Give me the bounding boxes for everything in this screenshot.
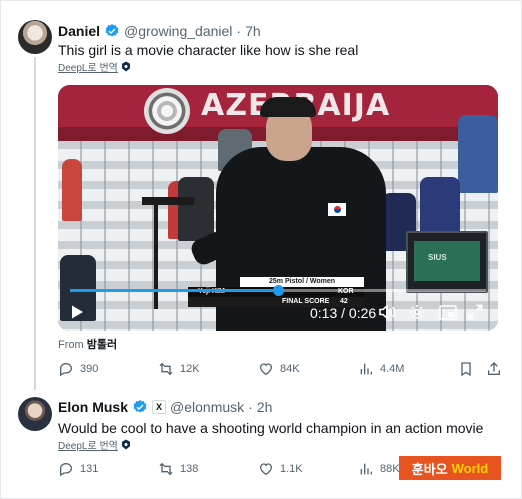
watermark-part2: World bbox=[451, 460, 489, 476]
from-source-link[interactable]: 밤톨러 bbox=[87, 339, 117, 351]
spectator bbox=[178, 177, 214, 241]
heart-icon bbox=[259, 363, 273, 376]
athlete-cap bbox=[260, 97, 316, 117]
avatar-elon-musk[interactable] bbox=[18, 397, 52, 431]
gear-icon bbox=[410, 305, 424, 319]
tweet-header: Daniel @growing_daniel · 7h bbox=[58, 23, 261, 39]
like-button[interactable]: 84K bbox=[258, 361, 300, 377]
thread-connector-line bbox=[34, 57, 36, 390]
tweet-time[interactable]: 7h bbox=[245, 23, 261, 39]
share-button[interactable] bbox=[486, 361, 502, 377]
reply-count: 390 bbox=[80, 363, 99, 375]
like-button[interactable]: 1.1K bbox=[258, 461, 303, 477]
author-handle[interactable]: @growing_daniel bbox=[124, 23, 232, 39]
monitor-logo: SIUS bbox=[428, 253, 447, 262]
verified-badge-icon bbox=[105, 24, 119, 37]
volume-button[interactable] bbox=[378, 303, 398, 321]
tweet-time[interactable]: 2h bbox=[257, 399, 273, 415]
views-count: 4.4M bbox=[380, 363, 405, 375]
views-button[interactable]: 4.4M bbox=[358, 361, 404, 377]
video-time-separator: / bbox=[337, 305, 349, 321]
watermark-logo: 훈바오 World bbox=[399, 456, 501, 480]
picture-in-picture-icon bbox=[439, 304, 457, 320]
monitor-screen bbox=[414, 241, 480, 281]
author-handle[interactable]: @elonmusk bbox=[170, 399, 244, 415]
spectator bbox=[458, 115, 498, 193]
separator-dot: · bbox=[248, 399, 253, 415]
like-count: 84K bbox=[280, 363, 300, 375]
tweet-header: Elon Musk X @elonmusk · 2h bbox=[58, 399, 272, 415]
share-icon bbox=[488, 362, 500, 375]
reply-button[interactable]: 131 bbox=[58, 461, 98, 477]
separator-dot: · bbox=[236, 23, 242, 39]
translate-link[interactable]: DeepL로 번역 bbox=[58, 59, 131, 74]
views-count: 88K bbox=[380, 463, 400, 475]
score-monitor: SIUS bbox=[406, 231, 488, 293]
pip-button[interactable] bbox=[438, 303, 458, 321]
repost-count: 12K bbox=[180, 363, 200, 375]
from-label: From bbox=[58, 339, 84, 351]
repost-icon bbox=[159, 362, 173, 376]
score-event: 25m Pistol / Women bbox=[240, 277, 364, 287]
repost-count: 138 bbox=[180, 463, 199, 475]
tweet-text: Would be cool to have a shooting world c… bbox=[58, 420, 484, 436]
speaker-icon bbox=[379, 304, 396, 320]
korea-flag-icon bbox=[328, 203, 346, 216]
video-progress-bar[interactable] bbox=[70, 285, 486, 296]
bookmark-icon bbox=[461, 362, 471, 377]
views-chart-icon bbox=[360, 363, 372, 375]
fullscreen-button[interactable] bbox=[466, 303, 484, 321]
tweet-text: This girl is a movie character like how … bbox=[58, 42, 359, 58]
video-source: From 밤톨러 bbox=[58, 336, 117, 352]
x-affiliation-badge-icon[interactable]: X bbox=[152, 400, 167, 414]
play-icon bbox=[72, 305, 83, 319]
reply-count: 131 bbox=[80, 463, 99, 475]
author-name[interactable]: Elon Musk bbox=[58, 399, 128, 415]
translate-link[interactable]: DeepL로 번역 bbox=[58, 437, 131, 452]
video-progress-fill bbox=[70, 289, 278, 292]
bookmark-button[interactable] bbox=[458, 361, 474, 377]
pistol-stand bbox=[142, 197, 194, 205]
tweet-actions: 390 12K 84K 4.4M bbox=[58, 361, 508, 381]
heart-icon bbox=[259, 463, 273, 476]
watermark-part1: 훈바오 bbox=[411, 461, 448, 477]
settings-button[interactable] bbox=[408, 303, 426, 321]
video-player[interactable]: AZERBAIJA SIUS 25m Pistol / Women Yeji K… bbox=[58, 85, 498, 331]
views-button[interactable]: 88K bbox=[358, 461, 400, 477]
like-count: 1.1K bbox=[280, 463, 303, 475]
reply-icon bbox=[60, 362, 73, 377]
views-chart-icon bbox=[360, 463, 372, 475]
translate-label[interactable]: DeepL로 번역 bbox=[58, 437, 118, 452]
translate-label[interactable]: DeepL로 번역 bbox=[58, 59, 118, 74]
reply-button[interactable]: 390 bbox=[58, 361, 98, 377]
deepl-icon bbox=[121, 61, 130, 72]
video-time: 0:13 / 0:26 bbox=[310, 305, 376, 321]
repost-button[interactable]: 12K bbox=[158, 361, 200, 377]
video-elapsed: 0:13 bbox=[310, 305, 338, 321]
play-button[interactable] bbox=[68, 303, 86, 321]
author-name[interactable]: Daniel bbox=[58, 23, 100, 39]
repost-icon bbox=[159, 462, 173, 476]
fullscreen-icon bbox=[467, 304, 483, 320]
video-scrubber-handle[interactable] bbox=[273, 285, 284, 296]
reply-icon bbox=[60, 462, 73, 477]
deepl-icon bbox=[121, 439, 130, 450]
verified-badge-icon bbox=[133, 400, 147, 413]
avatar-daniel[interactable] bbox=[18, 20, 52, 54]
pistol-stand-post bbox=[154, 197, 158, 309]
spectator bbox=[62, 159, 82, 221]
target-logo bbox=[144, 88, 190, 134]
repost-button[interactable]: 138 bbox=[158, 461, 198, 477]
tweet-thread: Daniel @growing_daniel · 7h This girl is… bbox=[0, 0, 522, 499]
video-duration: 0:26 bbox=[348, 305, 377, 321]
